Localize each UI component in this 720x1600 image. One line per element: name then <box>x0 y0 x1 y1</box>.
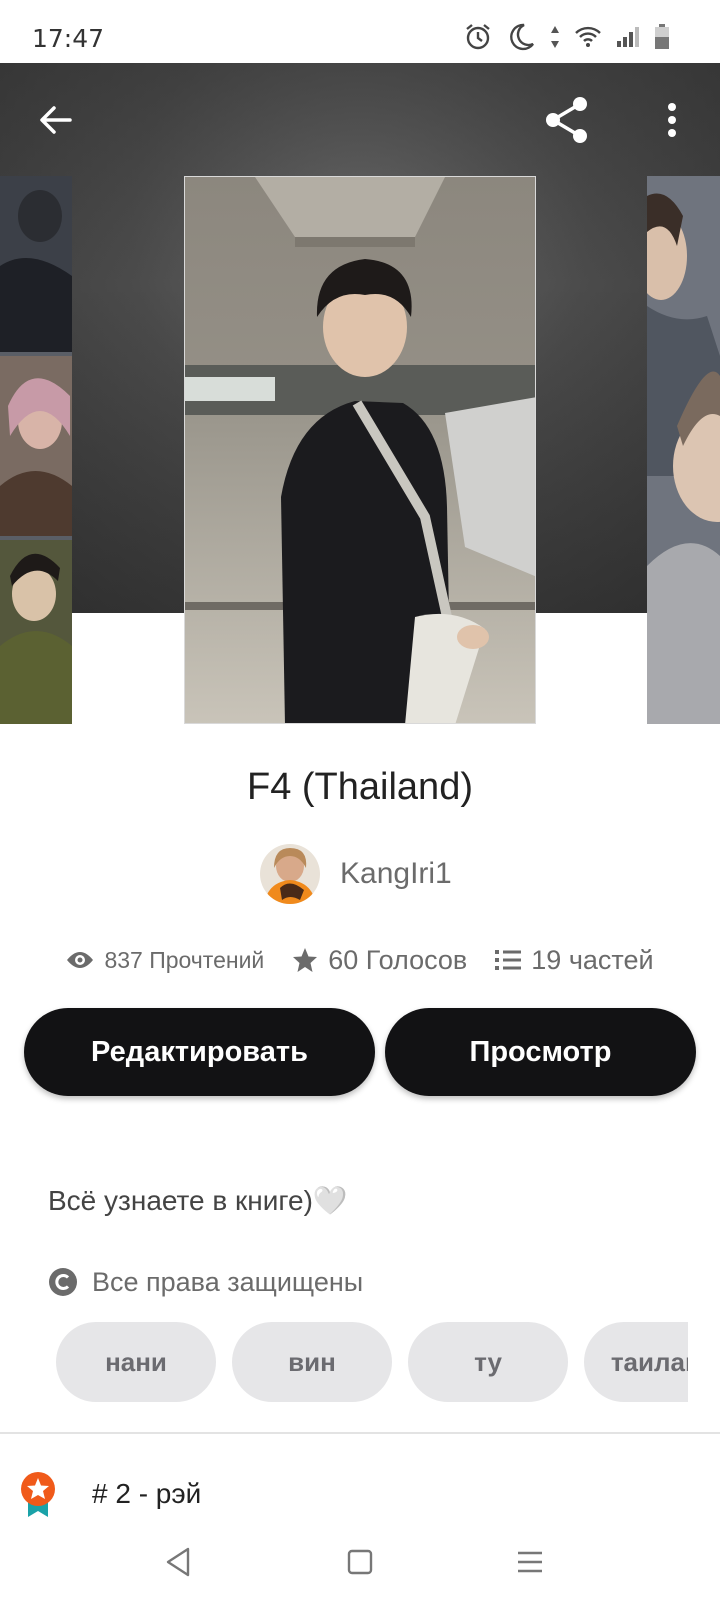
votes-count: 60 Голосов <box>328 944 468 975</box>
data-arrows-icon <box>551 26 559 48</box>
book-stats: 837 Прочтений 60 Голосов 19 частей <box>0 940 720 980</box>
battery-icon <box>655 24 669 49</box>
more-vertical-icon <box>668 103 676 137</box>
book-cover-image[interactable] <box>184 176 536 724</box>
tag-chip[interactable]: таиланд <box>584 1322 688 1402</box>
copyright-row: Все права защищены <box>48 1264 363 1300</box>
wifi-icon <box>575 26 601 47</box>
nav-back-button[interactable] <box>150 1534 206 1590</box>
tag-chip[interactable]: нани <box>56 1322 216 1402</box>
nav-home-button[interactable] <box>332 1534 388 1590</box>
share-button[interactable] <box>536 88 600 152</box>
previous-cover-image[interactable] <box>0 176 72 724</box>
author-name[interactable]: KangIri1 <box>340 857 452 891</box>
reads-count: 837 Прочтений <box>104 946 265 973</box>
back-button[interactable] <box>24 88 88 152</box>
status-icons <box>464 22 670 52</box>
book-description: Всё узнаете в книге)🤍 <box>48 1185 348 1216</box>
reads-stat: 837 Прочтений <box>66 947 264 974</box>
ranking-badge-icon <box>21 1472 55 1517</box>
tag-chip[interactable]: ту <box>408 1322 568 1402</box>
copyright-icon <box>49 1268 77 1296</box>
book-title: F4 (Thailand) <box>247 766 473 808</box>
status-time: 17:47 <box>32 24 105 53</box>
divider <box>0 1432 720 1434</box>
parts-count: 19 частей <box>531 944 654 975</box>
next-cover-image[interactable] <box>647 176 720 724</box>
arrow-left-icon <box>40 106 72 134</box>
system-navigation-bar <box>0 1524 720 1600</box>
star-icon <box>293 948 318 972</box>
alarm-icon <box>466 24 490 50</box>
share-icon <box>546 97 587 143</box>
preview-button[interactable]: Просмотр <box>384 1008 696 1096</box>
copyright-text: Все права защищены <box>92 1266 364 1297</box>
status-bar: 17:47 <box>0 0 720 63</box>
moon-icon <box>510 23 534 51</box>
menu-lines-icon <box>518 1551 542 1573</box>
edit-button[interactable]: Редактировать <box>24 1008 375 1096</box>
eye-icon <box>67 952 94 968</box>
more-options-button[interactable] <box>640 88 704 152</box>
triangle-back-icon <box>166 1547 190 1577</box>
signal-icon <box>617 27 639 47</box>
action-buttons: Редактировать Просмотр <box>24 1008 696 1096</box>
nav-menu-button[interactable] <box>502 1534 558 1590</box>
author-link[interactable]: KangIri1 <box>260 843 452 905</box>
tags-list[interactable]: нани вин ту таиланд <box>56 1322 688 1402</box>
tag-chip[interactable]: вин <box>232 1322 392 1402</box>
square-home-icon <box>347 1549 373 1575</box>
avatar[interactable] <box>260 844 320 904</box>
list-icon <box>495 950 522 970</box>
ranking-row[interactable]: # 2 - рэй <box>20 1464 201 1524</box>
parts-stat: 19 частей <box>495 944 654 976</box>
votes-stat: 60 Голосов <box>292 945 467 976</box>
ranking-label: # 2 - рэй <box>92 1478 202 1509</box>
